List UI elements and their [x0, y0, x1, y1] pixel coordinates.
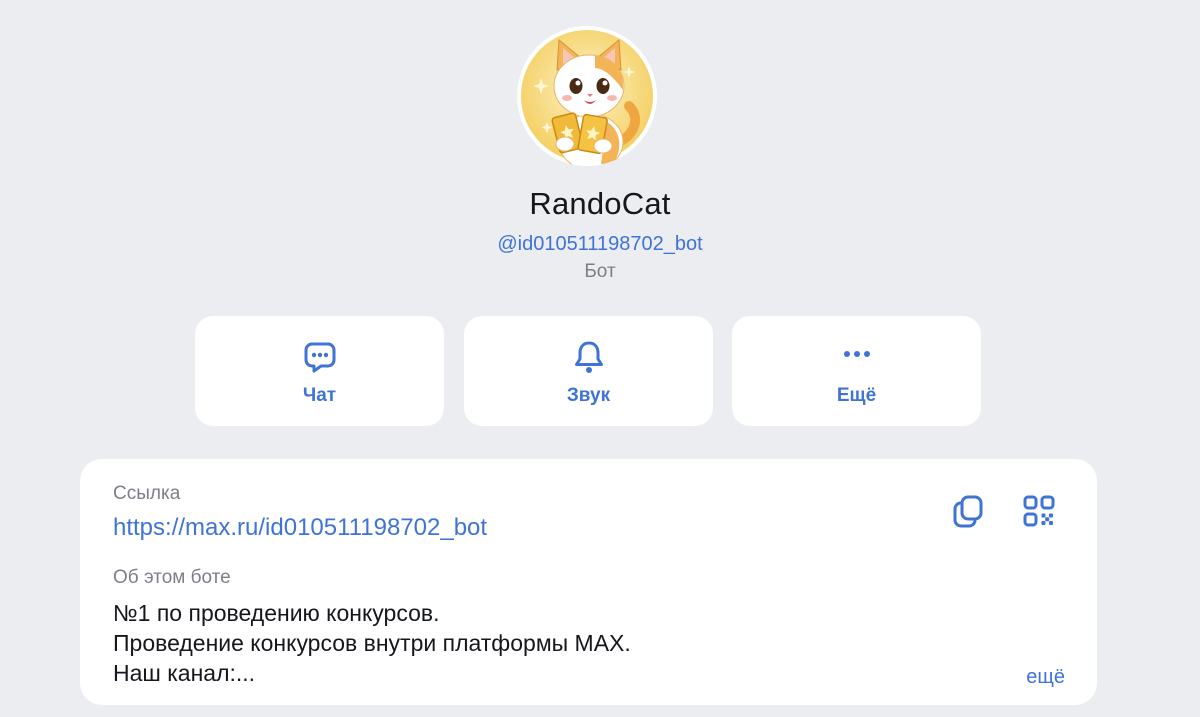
bell-icon	[574, 341, 603, 373]
chat-button[interactable]: Чат	[195, 316, 444, 426]
chat-bubble-icon	[304, 342, 335, 373]
more-button[interactable]: Ещё	[732, 316, 981, 426]
info-card: Ссылка https://max.ru/id010511198702_bot…	[80, 459, 1097, 705]
sound-button[interactable]: Звук	[464, 316, 713, 426]
chat-button-label: Чат	[302, 385, 337, 406]
sound-button-label: Звук	[566, 385, 611, 406]
bot-avatar[interactable]	[517, 26, 657, 166]
profile-name: RandoCat	[529, 186, 671, 221]
qr-code-icon[interactable]	[1021, 493, 1057, 529]
link-label: Ссылка	[113, 483, 181, 504]
bot-profile-page: RandoCat @id010511198702_bot Бот Чат Зву…	[0, 0, 1200, 717]
more-dots-icon	[843, 351, 870, 357]
profile-type: Бот	[584, 261, 616, 282]
about-label: Об этом боте	[113, 567, 231, 588]
more-button-label: Ещё	[836, 385, 877, 406]
about-line: №1 по проведению конкурсов.	[113, 600, 440, 626]
expand-about-link[interactable]: ещё	[1026, 666, 1065, 689]
copy-icon[interactable]	[950, 493, 986, 529]
profile-handle[interactable]: @id010511198702_bot	[0, 233, 1200, 256]
about-line: Проведение конкурсов внутри платформы MA…	[113, 630, 631, 656]
about-text: №1 по проведению конкурсов. Проведение к…	[113, 598, 631, 688]
cat-avatar-image	[521, 30, 653, 166]
about-line: Наш канал:...	[113, 660, 256, 686]
bot-link[interactable]: https://max.ru/id010511198702_bot	[113, 514, 487, 542]
